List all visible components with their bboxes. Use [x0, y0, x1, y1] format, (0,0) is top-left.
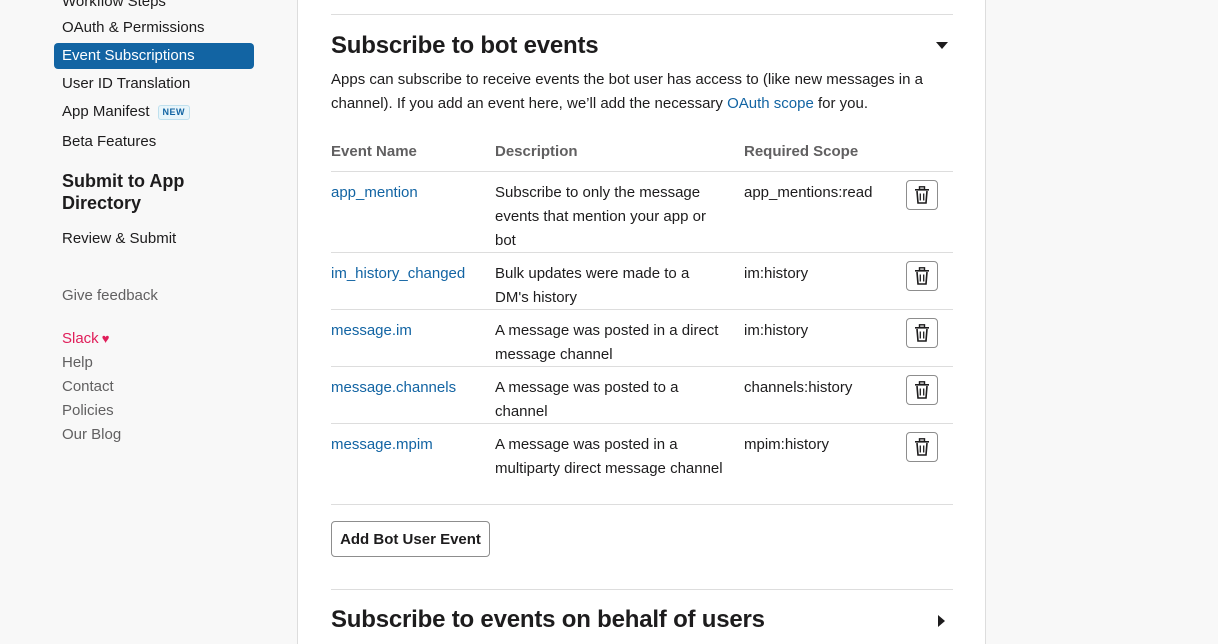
contact-link[interactable]: Contact: [62, 377, 114, 397]
remove-event-button[interactable]: [906, 261, 938, 291]
sidebar-item-workflow-steps[interactable]: Workflow Steps: [54, 0, 254, 15]
event-name-link[interactable]: message.channels: [331, 376, 456, 400]
give-feedback-link[interactable]: Give feedback: [62, 286, 158, 306]
remove-event-button[interactable]: [906, 180, 938, 210]
sidebar-item-oauth-permissions[interactable]: OAuth & Permissions: [54, 15, 254, 41]
section-divider: [331, 14, 953, 15]
sidebar-item-label: App Manifest: [62, 103, 150, 120]
event-name-link[interactable]: app_mention: [331, 181, 418, 205]
column-header-required-scope: Required Scope: [744, 143, 859, 160]
bot-events-title: Subscribe to bot events: [331, 32, 599, 59]
sidebar-item-beta-features[interactable]: Beta Features: [54, 129, 254, 155]
caret-down-icon[interactable]: [934, 38, 950, 54]
row-divider: [331, 423, 953, 424]
heart-icon: ♥: [101, 331, 110, 346]
column-header-description: Description: [495, 143, 578, 160]
trash-icon: [915, 381, 929, 399]
trash-icon: [915, 324, 929, 342]
row-divider: [331, 252, 953, 253]
new-badge: NEW: [157, 104, 191, 120]
event-scope: app_mentions:read: [744, 184, 873, 201]
slack-label: Slack: [62, 330, 99, 347]
event-scope: im:history: [744, 265, 809, 282]
row-divider: [331, 366, 953, 367]
event-scope: mpim:history: [744, 436, 830, 453]
policies-link[interactable]: Policies: [62, 401, 114, 421]
table-row: app_mention Subscribe to only the messag…: [331, 171, 953, 252]
trash-icon: [915, 267, 929, 285]
event-description: A message was posted in a direct message…: [495, 322, 719, 363]
trash-icon: [915, 186, 929, 204]
add-bot-user-event-button[interactable]: Add Bot User Event: [331, 521, 490, 557]
column-header-event-name: Event Name: [331, 143, 417, 160]
remove-event-button[interactable]: [906, 432, 938, 462]
event-name-link[interactable]: message.mpim: [331, 433, 433, 457]
event-description: Bulk updates were made to a DM's history: [495, 265, 690, 306]
help-link[interactable]: Help: [62, 353, 93, 373]
trash-icon: [915, 438, 929, 456]
main-card: Subscribe to bot events Apps can subscri…: [297, 0, 986, 644]
sidebar-item-app-manifest[interactable]: App Manifest NEW: [54, 99, 254, 125]
event-name-link[interactable]: im_history_changed: [331, 262, 465, 286]
event-description: A message was posted in a multiparty dir…: [495, 436, 723, 477]
sidebar-item-user-id-translation[interactable]: User ID Translation: [54, 71, 254, 97]
table-row: message.channels A message was posted to…: [331, 366, 953, 423]
blog-link[interactable]: Our Blog: [62, 425, 121, 445]
event-description: A message was posted to a channel: [495, 379, 679, 420]
row-divider: [331, 171, 953, 172]
bot-events-intro: Apps can subscribe to receive events the…: [331, 68, 953, 116]
table-row: message.mpim A message was posted in a m…: [331, 423, 953, 504]
submit-directory-heading: Submit to App Directory: [62, 171, 185, 213]
sidebar-item-event-subscriptions[interactable]: Event Subscriptions: [54, 43, 254, 69]
caret-right-icon[interactable]: [934, 613, 950, 629]
sidebar: Workflow Steps OAuth & Permissions Event…: [0, 0, 297, 644]
user-events-title: Subscribe to events on behalf of users: [331, 606, 765, 633]
sidebar-item-review-submit[interactable]: Review & Submit: [54, 226, 254, 252]
table-row: im_history_changed Bulk updates were mad…: [331, 252, 953, 309]
oauth-scope-link[interactable]: OAuth scope: [727, 95, 814, 112]
event-scope: im:history: [744, 322, 809, 339]
intro-text-end: for you.: [813, 95, 869, 112]
section-divider: [331, 589, 953, 590]
slack-link[interactable]: Slack ♥: [62, 329, 109, 349]
event-description: Subscribe to only the message events tha…: [495, 184, 706, 249]
event-name-link[interactable]: message.im: [331, 319, 412, 343]
table-row: message.im A message was posted in a dir…: [331, 309, 953, 366]
row-divider: [331, 309, 953, 310]
remove-event-button[interactable]: [906, 375, 938, 405]
table-bottom-divider: [331, 504, 953, 505]
remove-event-button[interactable]: [906, 318, 938, 348]
event-scope: channels:history: [744, 379, 853, 396]
